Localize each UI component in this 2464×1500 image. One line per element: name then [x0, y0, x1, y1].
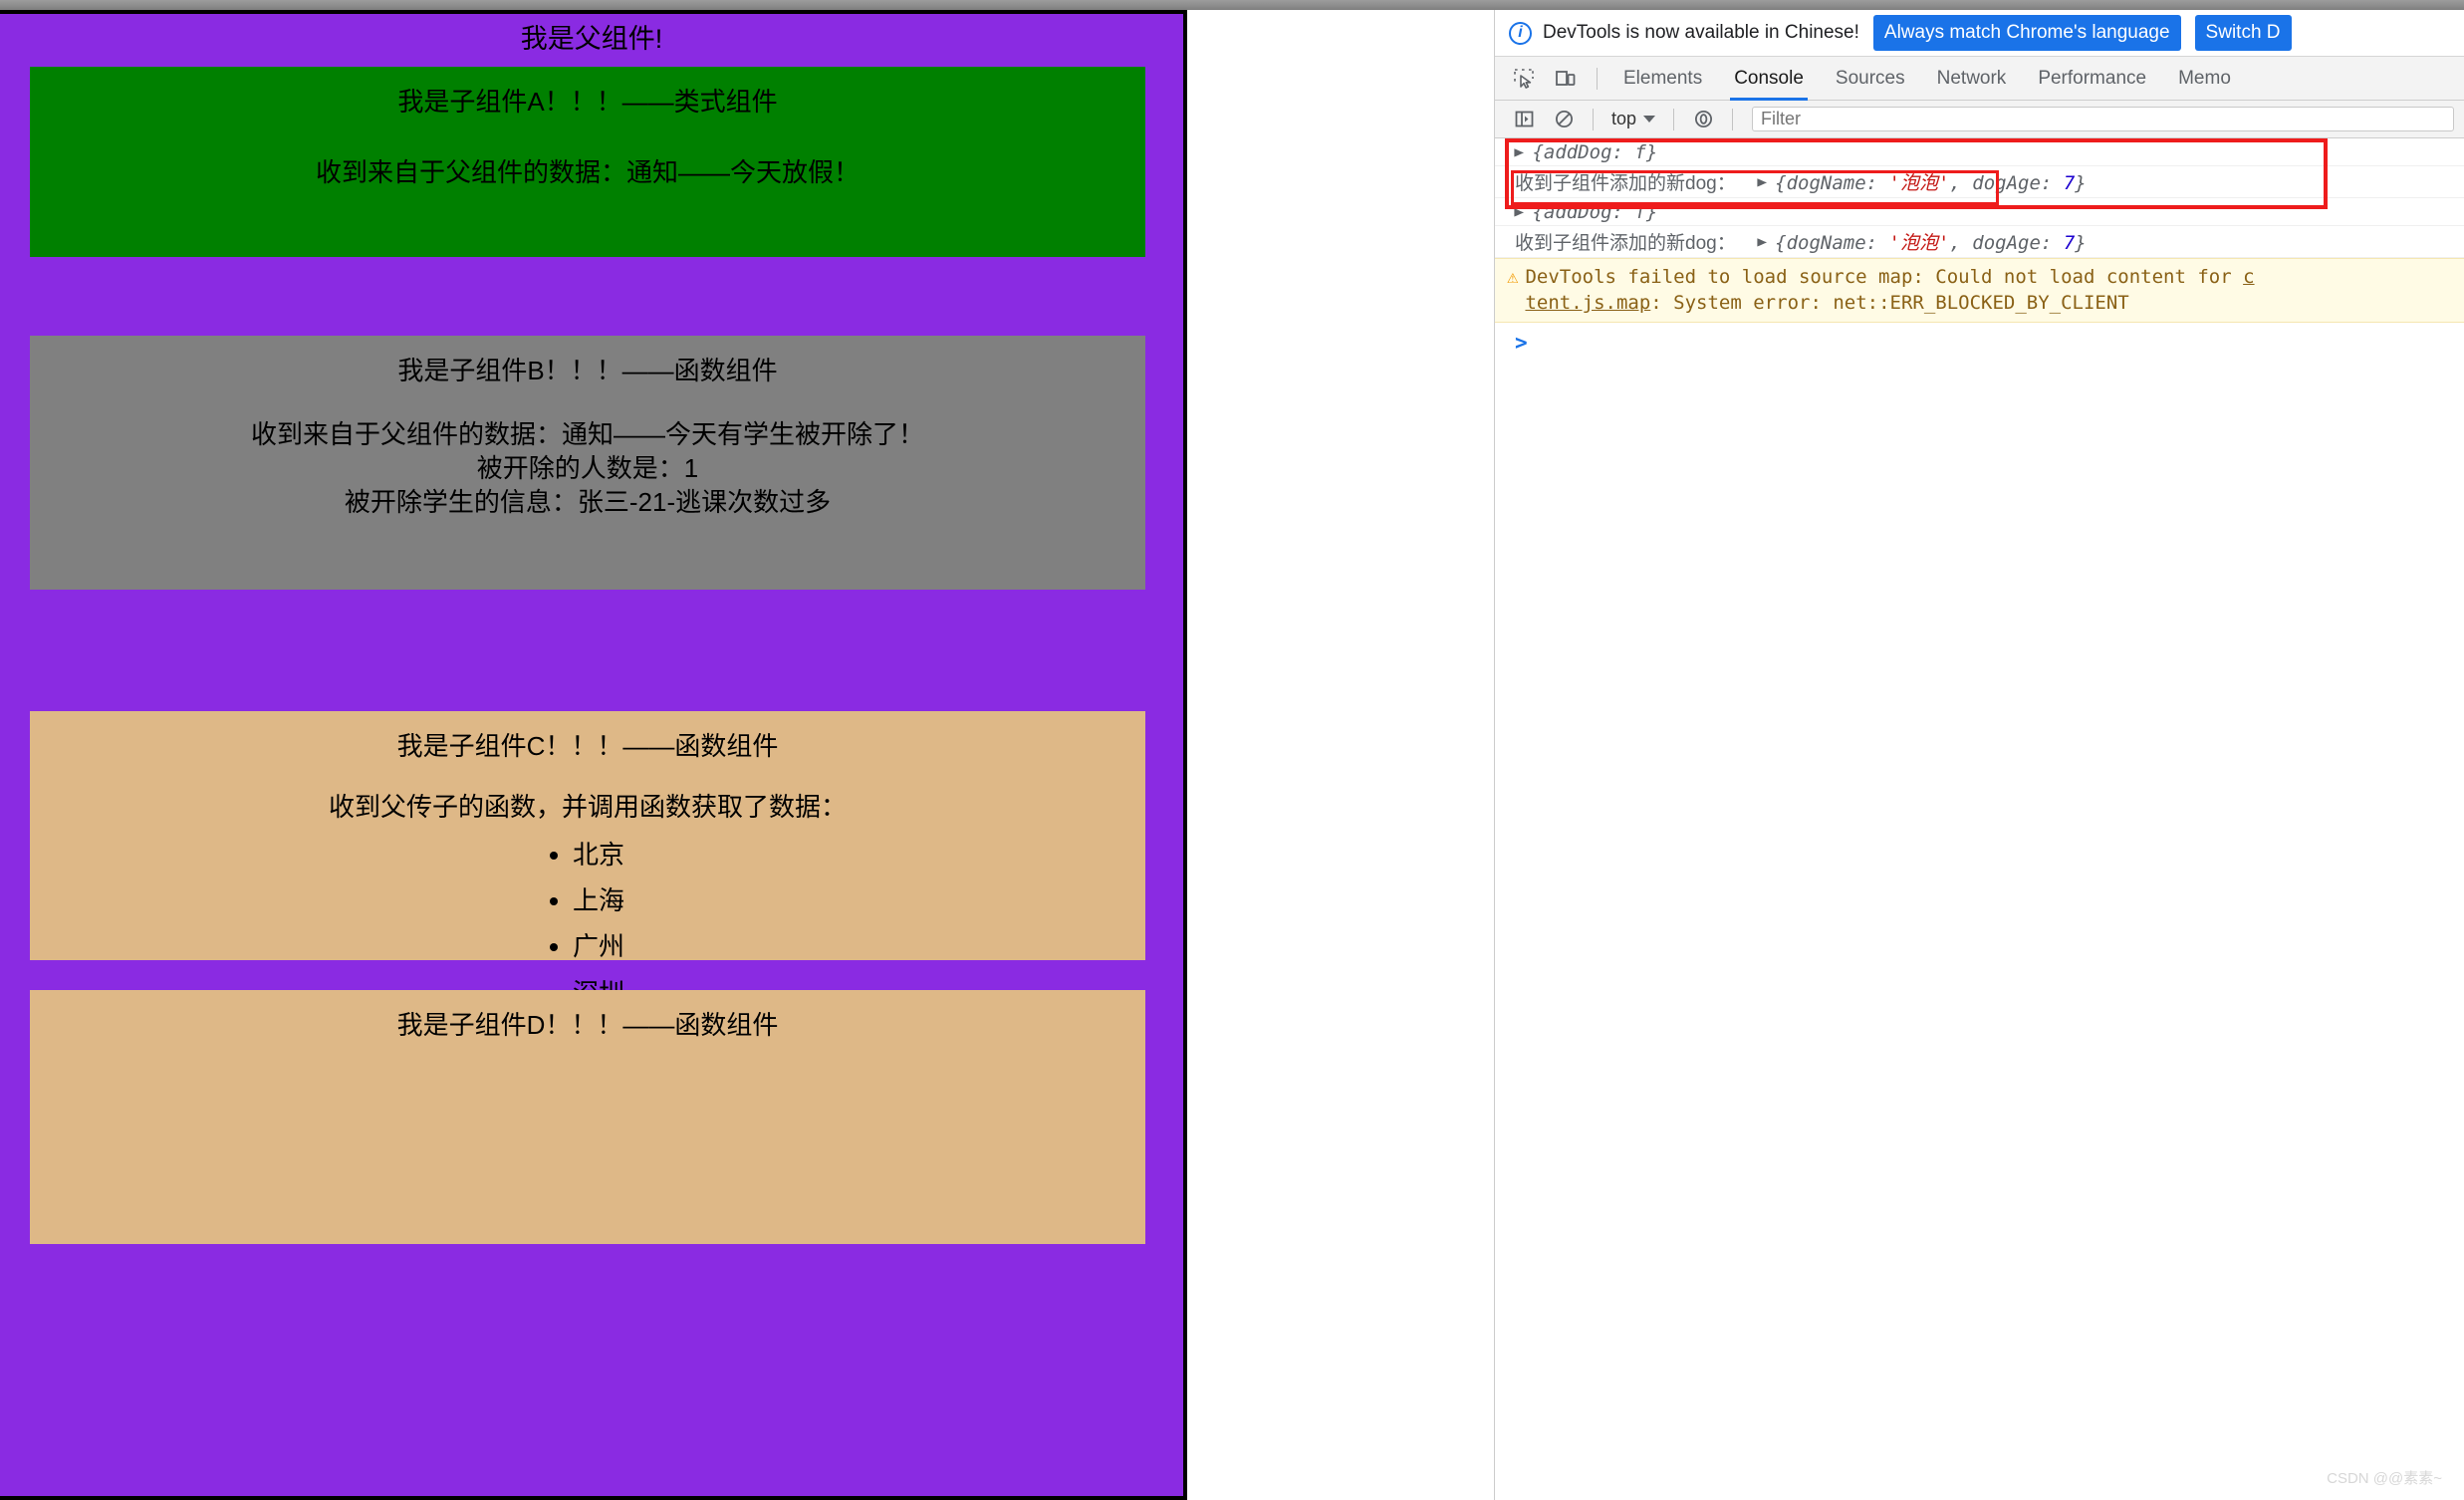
warning-triangle-icon: ⚠ — [1507, 266, 1519, 288]
child-component-b: 我是子组件B！！！——函数组件 收到来自于父组件的数据：通知——今天有学生被开除… — [30, 336, 1145, 590]
clear-console-icon[interactable] — [1545, 103, 1583, 136]
warning-message: DevTools failed to load source map: Coul… — [1525, 264, 2254, 316]
object-number-value: 7 — [2063, 232, 2076, 254]
tab-sources[interactable]: Sources — [1822, 57, 1919, 101]
divider — [1673, 108, 1675, 130]
console-log-row[interactable]: 收到子组件添加的新dog： ▶ {dogName: '泡泡', dogAge: … — [1495, 166, 2464, 198]
list-item: 广州 — [573, 923, 624, 969]
console-object-preview: {dogName: '泡泡', dogAge: 7} — [1775, 168, 2087, 195]
child-b-title: 我是子组件B！！！——函数组件 — [397, 356, 778, 385]
console-prompt[interactable]: > — [1495, 323, 2464, 363]
devtools-tabbar: Elements Console Sources Network Perform… — [1495, 57, 2464, 101]
object-string-value: '泡泡' — [1888, 232, 1950, 254]
always-match-language-button[interactable]: Always match Chrome's language — [1872, 15, 2181, 51]
tab-network[interactable]: Network — [1923, 57, 2021, 101]
object-open: {dogName: — [1775, 172, 1889, 194]
object-mid: , dogAge: — [1949, 172, 2064, 194]
console-log-label: 收到子组件添加的新dog： — [1515, 173, 1736, 194]
divider — [1597, 67, 1598, 90]
child-b-line-3: 被开除学生的信息：张三-21-逃课次数过多 — [344, 487, 832, 518]
execution-context-label: top — [1611, 109, 1637, 128]
child-d-title: 我是子组件D！！！——函数组件 — [396, 1010, 779, 1040]
child-c-title: 我是子组件C！！！——函数组件 — [396, 731, 779, 761]
expand-triangle-icon[interactable]: ▶ — [1757, 174, 1767, 190]
expand-triangle-icon[interactable]: ▶ — [1514, 204, 1524, 220]
prompt-chevron-icon: > — [1515, 331, 1528, 356]
child-component-a: 我是子组件A！！！——类式组件 收到来自于父组件的数据：通知——今天放假！ — [30, 67, 1145, 257]
info-icon: i — [1509, 21, 1532, 45]
warning-link-start[interactable]: c — [2243, 266, 2254, 288]
warning-line-2: : System error: net::ERR_BLOCKED_BY_CLIE… — [1650, 292, 2129, 315]
devtools-panel: i DevTools is now available in Chinese! … — [1494, 10, 2464, 1500]
warning-link-end[interactable]: tent.js.map — [1525, 292, 1650, 314]
notice-message: DevTools is now available in Chinese! — [1543, 22, 1859, 43]
console-object-preview: {dogName: '泡泡', dogAge: 7} — [1775, 228, 2087, 255]
object-mid: , dogAge: — [1949, 232, 2064, 254]
page-viewport: 我是父组件! 我是子组件A！！！——类式组件 收到来自于父组件的数据：通知——今… — [0, 10, 1187, 1500]
inspect-element-icon[interactable] — [1505, 62, 1543, 96]
execution-context-select[interactable]: top — [1603, 106, 1663, 133]
divider — [1593, 108, 1594, 130]
object-open: {dogName: — [1775, 232, 1889, 254]
console-log-row[interactable]: 收到子组件添加的新dog： ▶ {dogName: '泡泡', dogAge: … — [1495, 226, 2464, 258]
browser-chrome-strip — [0, 0, 2464, 10]
console-object-preview: {addDog: f} — [1532, 140, 1658, 163]
object-string-value: '泡泡' — [1888, 172, 1950, 194]
console-warning-row[interactable]: ⚠ DevTools failed to load source map: Co… — [1495, 258, 2464, 324]
tab-performance[interactable]: Performance — [2024, 57, 2160, 101]
expand-triangle-icon[interactable]: ▶ — [1514, 144, 1524, 160]
warning-line-1: DevTools failed to load source map: Coul… — [1525, 266, 2244, 288]
city-list: 北京 上海 广州 深圳 — [551, 832, 624, 1016]
tab-elements[interactable]: Elements — [1609, 57, 1716, 101]
expand-triangle-icon[interactable]: ▶ — [1757, 234, 1767, 250]
console-object-preview: {addDog: f} — [1532, 200, 1658, 223]
object-close: } — [2075, 232, 2087, 254]
page-title: 我是父组件! — [520, 24, 663, 54]
list-item: 上海 — [573, 877, 624, 923]
device-toolbar-icon[interactable] — [1547, 62, 1585, 96]
child-b-line-2: 被开除的人数是：1 — [476, 452, 699, 483]
child-b-line-1: 收到来自于父组件的数据：通知——今天有学生被开除了！ — [250, 418, 924, 449]
live-expression-icon[interactable] — [1684, 103, 1722, 136]
object-number-value: 7 — [2063, 172, 2076, 194]
devtools-language-notice: i DevTools is now available in Chinese! … — [1495, 10, 2464, 57]
tab-console[interactable]: Console — [1720, 57, 1818, 101]
child-a-title: 我是子组件A！！！——类式组件 — [397, 87, 778, 117]
child-component-c: 我是子组件C！！！——函数组件 收到父传子的函数，并调用函数获取了数据： 北京 … — [30, 711, 1145, 1008]
console-log-row[interactable]: ▶ {addDog: f} — [1495, 138, 2464, 166]
csdn-watermark: CSDN @@素素~ — [2327, 1470, 2442, 1487]
tab-memory[interactable]: Memo — [2164, 57, 2245, 101]
divider — [1732, 108, 1734, 130]
console-log-label: 收到子组件添加的新dog： — [1515, 233, 1736, 254]
console-toolbar: top — [1495, 101, 2464, 138]
console-output: ▶ {addDog: f} 收到子组件添加的新dog： ▶ {dogName: … — [1495, 138, 2464, 364]
console-sidebar-icon[interactable] — [1505, 103, 1543, 136]
child-component-d: 我是子组件D！！！——函数组件 — [30, 990, 1145, 1244]
child-a-line-1: 收到来自于父组件的数据：通知——今天放假！ — [315, 156, 860, 187]
switch-devtools-language-button[interactable]: Switch D — [2194, 15, 2292, 51]
child-c-line-1: 收到父传子的函数，并调用函数获取了数据： — [328, 791, 847, 822]
screenshot-root: 我是父组件! 我是子组件A！！！——类式组件 收到来自于父组件的数据：通知——今… — [0, 0, 2464, 1500]
filter-input[interactable] — [1752, 107, 2454, 131]
console-log-row[interactable]: ▶ {addDog: f} — [1495, 198, 2464, 226]
parent-component: 我是父组件! 我是子组件A！！！——类式组件 收到来自于父组件的数据：通知——今… — [0, 14, 1183, 1496]
object-close: } — [2075, 172, 2087, 194]
list-item: 北京 — [573, 832, 624, 877]
chevron-down-icon — [1643, 116, 1656, 123]
